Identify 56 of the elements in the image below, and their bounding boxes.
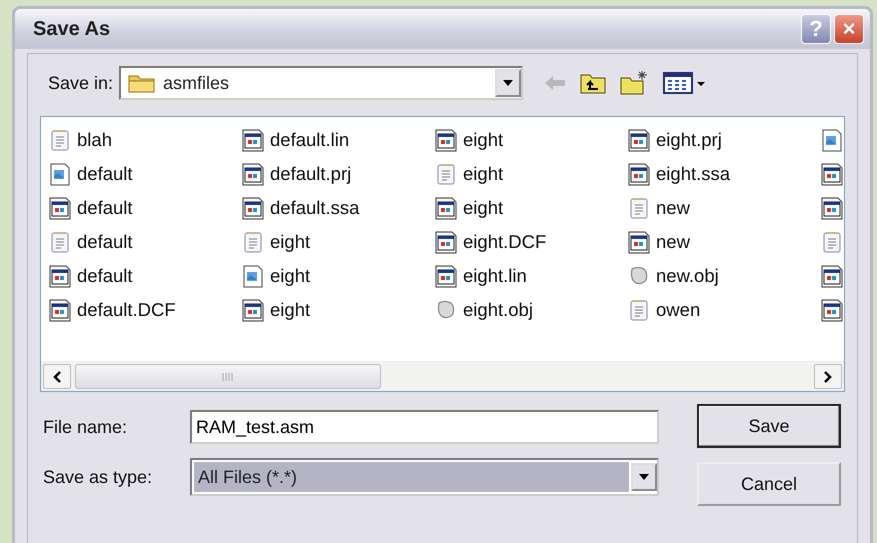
application-icon [627,230,651,254]
folder-name: asmfiles [163,72,230,94]
horizontal-scrollbar[interactable] [41,361,844,391]
application-icon [627,162,651,186]
file-item[interactable]: default.prj [270,160,352,188]
file-item[interactable]: eight [270,262,310,290]
file-item[interactable]: default [77,262,133,290]
file-item[interactable]: eight.prj [656,126,722,154]
application-icon [434,128,458,152]
file-item[interactable]: eight.ssa [656,160,730,188]
document-icon [241,264,265,288]
file-item[interactable]: new [656,228,690,256]
file-item[interactable]: default [77,228,133,256]
application-icon [241,196,265,220]
scroll-right-icon[interactable] [814,364,842,389]
file-item[interactable]: new.obj [656,262,719,290]
file-item[interactable]: default [77,160,133,188]
file-item[interactable]: default.DCF [77,296,176,324]
application-icon [241,162,265,186]
application-icon [434,264,458,288]
document-icon [48,162,72,186]
save-as-type-label: Save as type: [43,466,154,489]
file-item[interactable]: eight.obj [463,296,533,324]
save-in-dropdown[interactable]: asmfiles [119,66,524,100]
dialog-button[interactable]: Cancel [697,462,841,506]
new-folder-icon[interactable] [619,70,650,96]
file-item[interactable]: owen [656,296,700,324]
dialog-button[interactable]: Save [697,404,841,448]
application-icon [48,196,72,220]
application-icon [48,298,72,322]
file-item[interactable]: new [656,194,690,222]
save-as-type-dropdown[interactable]: All Files (*.*) [190,458,659,496]
file-item[interactable]: default [77,194,133,222]
application-icon [241,128,265,152]
file-type-value: All Files (*.*) [194,462,629,492]
file-item[interactable]: eight [270,228,310,256]
application-icon [48,264,72,288]
file-item[interactable]: eight.lin [463,262,527,290]
file-item[interactable]: eight [463,126,504,154]
file-item[interactable]: eight [463,194,504,222]
save-in-label: Save in: [48,72,114,94]
application-icon [434,230,458,254]
file-item[interactable]: eight [270,296,310,324]
application-icon [627,128,651,152]
file-item[interactable]: default.lin [270,126,350,154]
scrollbar-thumb[interactable] [75,364,381,389]
file-item[interactable]: eight [463,160,504,188]
application-icon [241,298,265,322]
scroll-left-icon[interactable] [43,364,71,389]
application-icon [434,196,458,220]
file-item[interactable]: blah [77,126,112,154]
file-item[interactable]: eight.DCF [463,228,546,256]
file-name-field[interactable]: RAM_test.asm [190,410,659,444]
window-title: Save As [33,17,112,42]
file-item[interactable]: default.ssa [270,194,360,222]
file-name-label: File name: [43,416,128,438]
